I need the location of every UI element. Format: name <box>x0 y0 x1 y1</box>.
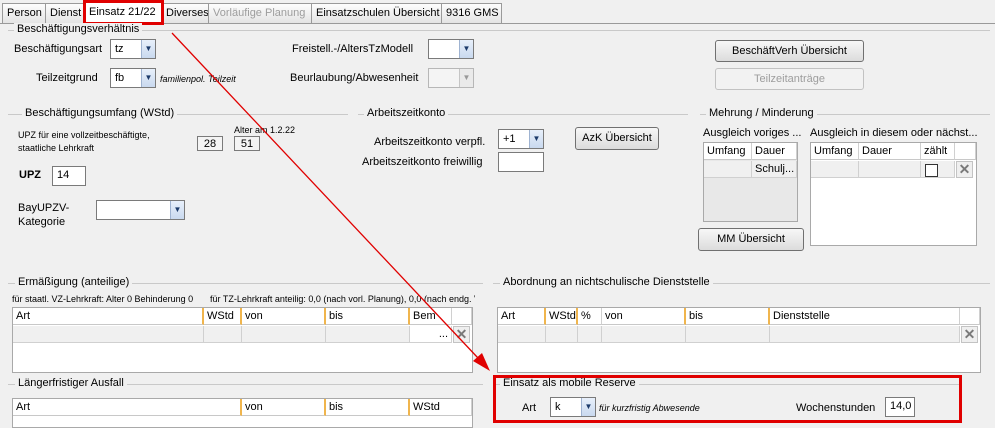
arrow-line <box>171 32 479 359</box>
annotation-arrow <box>171 32 490 371</box>
